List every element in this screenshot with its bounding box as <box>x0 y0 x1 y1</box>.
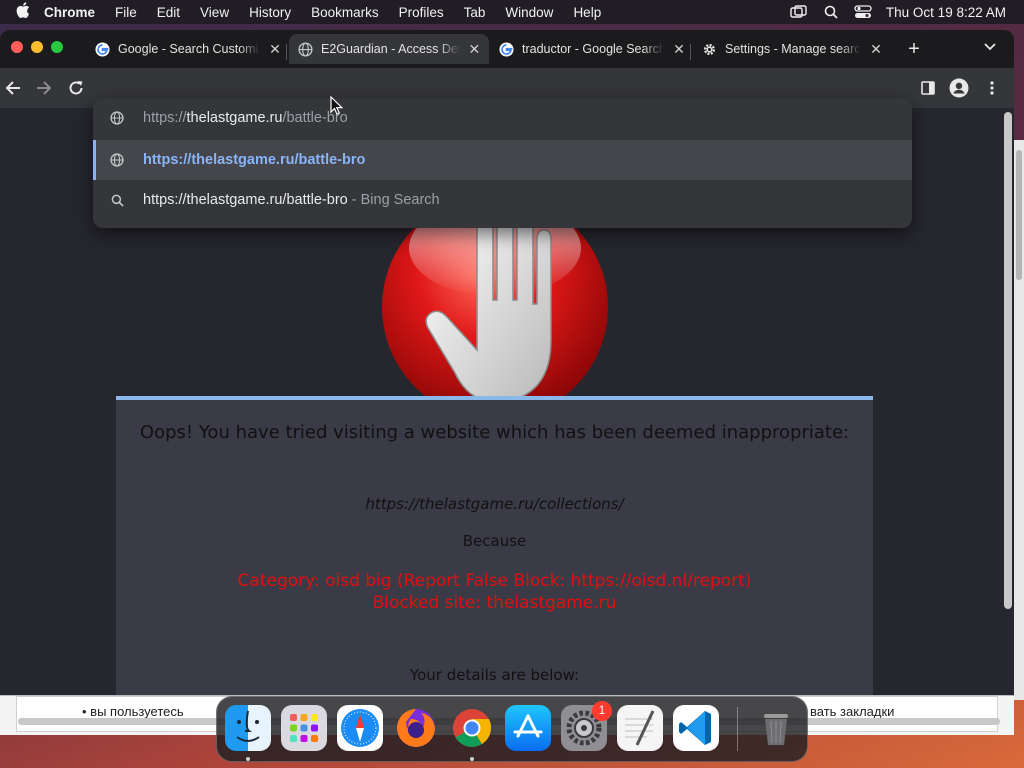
side-panel-icon <box>921 81 935 95</box>
menu-history[interactable]: History <box>239 5 301 20</box>
firefox-icon[interactable] <box>393 705 439 751</box>
trash-icon[interactable] <box>753 705 799 751</box>
google-icon <box>94 41 110 57</box>
chrome-menu-button[interactable] <box>981 77 1003 99</box>
close-tab-icon[interactable]: ✕ <box>869 41 883 58</box>
menubar-clock[interactable]: Thu Oct 19 8:22 AM <box>886 5 1006 20</box>
profile-avatar-icon <box>949 78 969 98</box>
textedit-icon[interactable] <box>617 705 663 751</box>
tab-title: Google - Search Customization <box>118 42 260 56</box>
google-icon <box>498 41 514 57</box>
search-icon <box>109 192 125 208</box>
because-label: Because <box>462 532 527 550</box>
globe-icon <box>109 110 125 126</box>
page-scrollbar[interactable] <box>1004 112 1012 609</box>
menu-window[interactable]: Window <box>495 5 563 20</box>
tab-e2guardian-access-denied[interactable]: E2Guardian - Access Denied ✕ <box>289 34 489 64</box>
suggestion-engine: - Bing Search <box>347 192 440 208</box>
block-category: Category: oisd big (Report False Block: … <box>237 571 752 591</box>
apple-menu-icon[interactable] <box>0 1 36 23</box>
tab-traductor-google-search[interactable]: traductor - Google Search ✕ <box>490 34 694 64</box>
selection-indicator <box>93 140 96 180</box>
globe-icon <box>109 152 125 168</box>
side-panel-button[interactable] <box>917 77 939 99</box>
tab-settings-manage-search-engines[interactable]: Settings - Manage search engines ✕ <box>693 34 891 64</box>
menu-help[interactable]: Help <box>563 5 611 20</box>
more-vertical-icon <box>990 81 994 95</box>
menu-app-name[interactable]: Chrome <box>36 5 105 20</box>
tab-google-search-customization[interactable]: Google - Search Customization ✕ <box>86 34 290 64</box>
safari-icon[interactable] <box>337 705 383 751</box>
zoom-window-button[interactable] <box>51 41 63 53</box>
tab-separator <box>690 44 691 60</box>
tab-search-chevron-icon[interactable] <box>984 40 996 54</box>
omnibox-suggestion-search[interactable]: https://thelastgame.ru/battle-bro - Bing… <box>93 180 912 220</box>
forward-arrow-icon <box>37 81 52 95</box>
chrome-running-indicator <box>470 757 474 761</box>
background-text-right: вать закладки <box>810 704 895 719</box>
screen-mirroring-icon[interactable] <box>790 5 808 19</box>
minimize-window-button[interactable] <box>31 41 43 53</box>
tab-strip: Google - Search Customization ✕ E2Guardi… <box>0 30 1014 68</box>
menu-bookmarks[interactable]: Bookmarks <box>301 5 389 20</box>
block-notice-card: Oops! You have tried visiting a website … <box>116 396 873 695</box>
app-store-icon[interactable] <box>505 705 551 751</box>
tab-title: E2Guardian - Access Denied <box>321 42 460 56</box>
launchpad-icon[interactable] <box>281 705 327 751</box>
tab-title: traductor - Google Search <box>522 42 664 56</box>
settings-notification-badge: 1 <box>592 701 612 721</box>
macos-menu-bar: Chrome File Edit View History Bookmarks … <box>0 0 1024 24</box>
finder-icon[interactable] <box>225 705 271 751</box>
menu-edit[interactable]: Edit <box>147 5 190 20</box>
reload-button[interactable] <box>65 77 87 99</box>
window-controls <box>11 41 63 53</box>
back-arrow-icon <box>5 81 20 95</box>
back-button[interactable] <box>2 77 24 99</box>
blocked-url: https://thelastgame.ru/collections/ <box>365 495 624 513</box>
close-tab-icon[interactable]: ✕ <box>672 41 686 58</box>
new-tab-button[interactable]: + <box>904 39 924 59</box>
background-scrollbar-thumb[interactable] <box>1016 150 1022 280</box>
close-tab-icon[interactable]: ✕ <box>468 41 481 58</box>
google-chrome-icon[interactable] <box>449 705 495 751</box>
globe-icon <box>297 41 313 57</box>
suggestion-text: https://thelastgame.ru/battle-bro <box>143 152 366 168</box>
omnibox-suggestion-url[interactable]: https://thelastgame.ru/battle-bro <box>93 140 912 180</box>
address-bar-text: https://thelastgame.ru/battle-bro <box>143 110 348 126</box>
macos-dock: 1 <box>216 696 808 762</box>
menu-tab[interactable]: Tab <box>454 5 496 20</box>
url-scheme: https:// <box>143 110 187 126</box>
close-window-button[interactable] <box>11 41 23 53</box>
menu-view[interactable]: View <box>190 5 239 20</box>
details-heading: Your details are below: <box>409 666 580 684</box>
finder-running-indicator <box>246 757 250 761</box>
mouse-cursor-icon <box>330 96 344 115</box>
vscode-icon[interactable] <box>673 705 719 751</box>
blocked-site: Blocked site: thelastgame.ru <box>372 593 617 613</box>
block-reason: Category: oisd big (Report False Block: … <box>116 570 873 614</box>
tab-separator <box>286 44 287 60</box>
background-text-left: • вы пользуетесь <box>82 704 184 719</box>
url-host: thelastgame.ru <box>186 110 283 126</box>
control-center-icon[interactable] <box>854 5 872 19</box>
background-window-edge <box>1014 140 1024 700</box>
omnibox-dropdown: https://thelastgame.ru/battle-bro https:… <box>93 98 912 228</box>
tab-title: Settings - Manage search engines <box>725 42 861 56</box>
reload-icon <box>69 81 83 95</box>
address-bar-input[interactable]: https://thelastgame.ru/battle-bro <box>93 98 912 138</box>
dock-separator <box>737 707 738 751</box>
close-tab-icon[interactable]: ✕ <box>268 41 282 58</box>
suggestion-query: https://thelastgame.ru/battle-bro <box>143 192 348 208</box>
profile-button[interactable] <box>948 77 970 99</box>
forward-button[interactable] <box>33 77 55 99</box>
block-headline: Oops! You have tried visiting a website … <box>139 422 850 443</box>
suggestion-text: https://thelastgame.ru/battle-bro - Bing… <box>143 192 440 208</box>
chrome-window: Google - Search Customization ✕ E2Guardi… <box>0 30 1014 695</box>
gear-icon <box>701 41 717 57</box>
menu-file[interactable]: File <box>105 5 147 20</box>
spotlight-search-icon[interactable] <box>822 5 840 19</box>
menu-profiles[interactable]: Profiles <box>389 5 454 20</box>
